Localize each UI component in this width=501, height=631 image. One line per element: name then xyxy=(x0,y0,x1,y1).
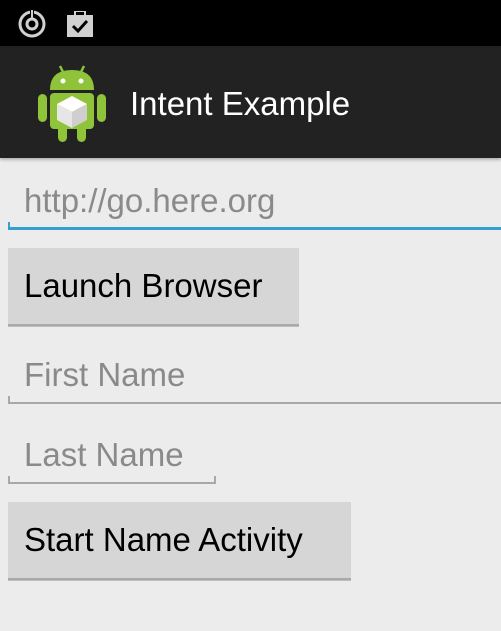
url-input[interactable] xyxy=(24,182,494,220)
last-name-input[interactable] xyxy=(24,436,210,474)
start-name-activity-button[interactable]: Start Name Activity xyxy=(8,502,351,580)
launch-browser-button[interactable]: Launch Browser xyxy=(8,248,299,326)
app-title: Intent Example xyxy=(130,85,351,122)
first-name-underline xyxy=(8,396,501,404)
last-name-field[interactable] xyxy=(8,430,216,484)
last-name-underline xyxy=(8,476,216,484)
url-field-underline xyxy=(8,222,501,230)
action-bar: Intent Example xyxy=(0,46,501,158)
clipboard-check-icon xyxy=(67,11,93,37)
app-screen: Intent Example Launch Browser Start Name… xyxy=(0,0,501,631)
sync-icon xyxy=(18,9,46,38)
first-name-input[interactable] xyxy=(24,356,494,394)
first-name-field[interactable] xyxy=(8,350,501,404)
status-bar xyxy=(0,0,501,46)
url-field[interactable] xyxy=(8,176,501,230)
android-app-icon xyxy=(38,65,106,142)
